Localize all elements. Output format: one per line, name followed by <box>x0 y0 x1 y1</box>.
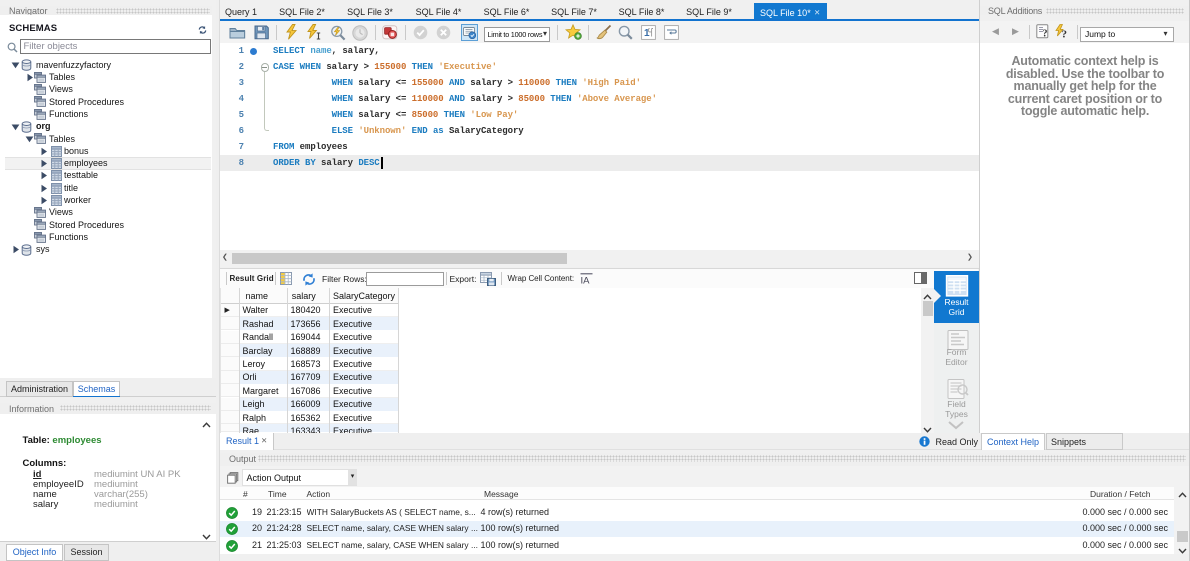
svg-text:?: ? <box>1062 29 1068 40</box>
svg-text:IA: IA <box>581 275 591 285</box>
svg-text:?: ? <box>1043 29 1048 40</box>
svg-text:1: 1 <box>644 28 650 39</box>
